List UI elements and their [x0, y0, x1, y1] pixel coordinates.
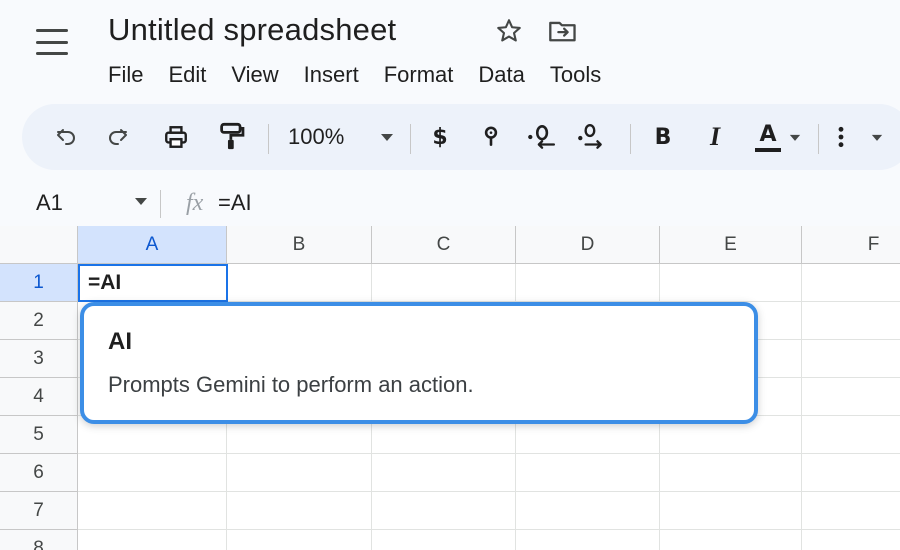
select-all-corner[interactable] — [0, 226, 78, 264]
dollar-icon: $ — [432, 124, 448, 150]
row-header-2[interactable]: 2 — [0, 302, 78, 340]
menu-view[interactable]: View — [231, 60, 278, 90]
main-menu-button[interactable] — [34, 26, 70, 58]
menu-file[interactable]: File — [108, 60, 143, 90]
document-title[interactable]: Untitled spreadsheet — [108, 12, 396, 48]
row-header-3[interactable]: 3 — [0, 340, 78, 378]
chevron-down-icon — [381, 134, 393, 141]
toolbar-divider — [268, 124, 269, 154]
text-color-swatch — [755, 147, 781, 152]
name-box[interactable]: A1 — [36, 190, 63, 216]
chevron-down-icon — [789, 134, 801, 141]
text-color-icon: A — [753, 122, 783, 152]
chevron-down-icon[interactable] — [134, 196, 148, 206]
bold-icon: B — [654, 124, 672, 150]
column-header-b[interactable]: B — [227, 226, 372, 264]
star-icon[interactable] — [492, 14, 526, 48]
toolbar-divider — [410, 124, 411, 154]
toolbar: 100% $ B I A — [22, 104, 900, 170]
grid-line — [78, 491, 900, 492]
row-header-1[interactable]: 1 — [0, 264, 78, 302]
menu-format[interactable]: Format — [384, 60, 454, 90]
menu-bar: File Edit View Insert Format Data Tools — [108, 60, 626, 90]
increase-decimal-icon[interactable] — [574, 118, 608, 156]
toolbar-divider — [630, 124, 631, 154]
paint-format-icon[interactable] — [216, 118, 248, 156]
row-header-5[interactable]: 5 — [0, 416, 78, 454]
function-suggestion-popup[interactable]: AI Prompts Gemini to perform an action. — [80, 302, 758, 424]
toolbar-divider — [818, 124, 819, 154]
function-description: Prompts Gemini to perform an action. — [108, 372, 474, 397]
grid-line — [78, 453, 900, 454]
formula-bar-divider — [160, 190, 161, 218]
undo-icon[interactable] — [50, 118, 82, 156]
formula-bar: A1 fx =AI — [0, 182, 900, 226]
grid-line — [801, 264, 802, 550]
menu-tools[interactable]: Tools — [550, 60, 601, 90]
percent-icon[interactable] — [476, 118, 506, 156]
italic-icon: I — [709, 122, 721, 151]
row-header-8[interactable]: 8 — [0, 530, 78, 550]
grid-line — [78, 529, 900, 530]
formula-input[interactable]: =AI — [218, 190, 252, 216]
menu-insert[interactable]: Insert — [304, 60, 359, 90]
move-to-folder-icon[interactable] — [546, 14, 580, 48]
row-header-4[interactable]: 4 — [0, 378, 78, 416]
column-header-e[interactable]: E — [660, 226, 802, 264]
function-name: AI — [108, 328, 132, 355]
menu-edit[interactable]: Edit — [168, 60, 206, 90]
column-header-a[interactable]: A — [78, 226, 227, 264]
print-icon[interactable] — [160, 118, 192, 156]
fx-icon: fx — [186, 190, 204, 216]
menu-data[interactable]: Data — [478, 60, 524, 90]
column-header-d[interactable]: D — [516, 226, 660, 264]
chevron-down-icon — [871, 134, 883, 141]
active-cell-a1[interactable]: =AI — [78, 264, 228, 302]
row-header-7[interactable]: 7 — [0, 492, 78, 530]
hamburger-line — [36, 52, 68, 55]
bold-button[interactable]: B — [648, 118, 678, 156]
zoom-select[interactable]: 100% — [288, 118, 394, 156]
decrease-decimal-icon[interactable] — [524, 118, 558, 156]
hamburger-line — [36, 29, 68, 32]
text-color-button[interactable]: A — [748, 118, 806, 156]
column-header-c[interactable]: C — [372, 226, 516, 264]
hamburger-line — [36, 40, 68, 44]
more-options-button[interactable] — [832, 118, 888, 156]
italic-button[interactable]: I — [700, 118, 730, 156]
redo-icon[interactable] — [102, 118, 134, 156]
currency-format-button[interactable]: $ — [424, 118, 456, 156]
column-header-f[interactable]: F — [802, 226, 900, 264]
zoom-value: 100% — [288, 124, 345, 149]
row-header-6[interactable]: 6 — [0, 454, 78, 492]
more-vert-icon — [838, 126, 844, 148]
